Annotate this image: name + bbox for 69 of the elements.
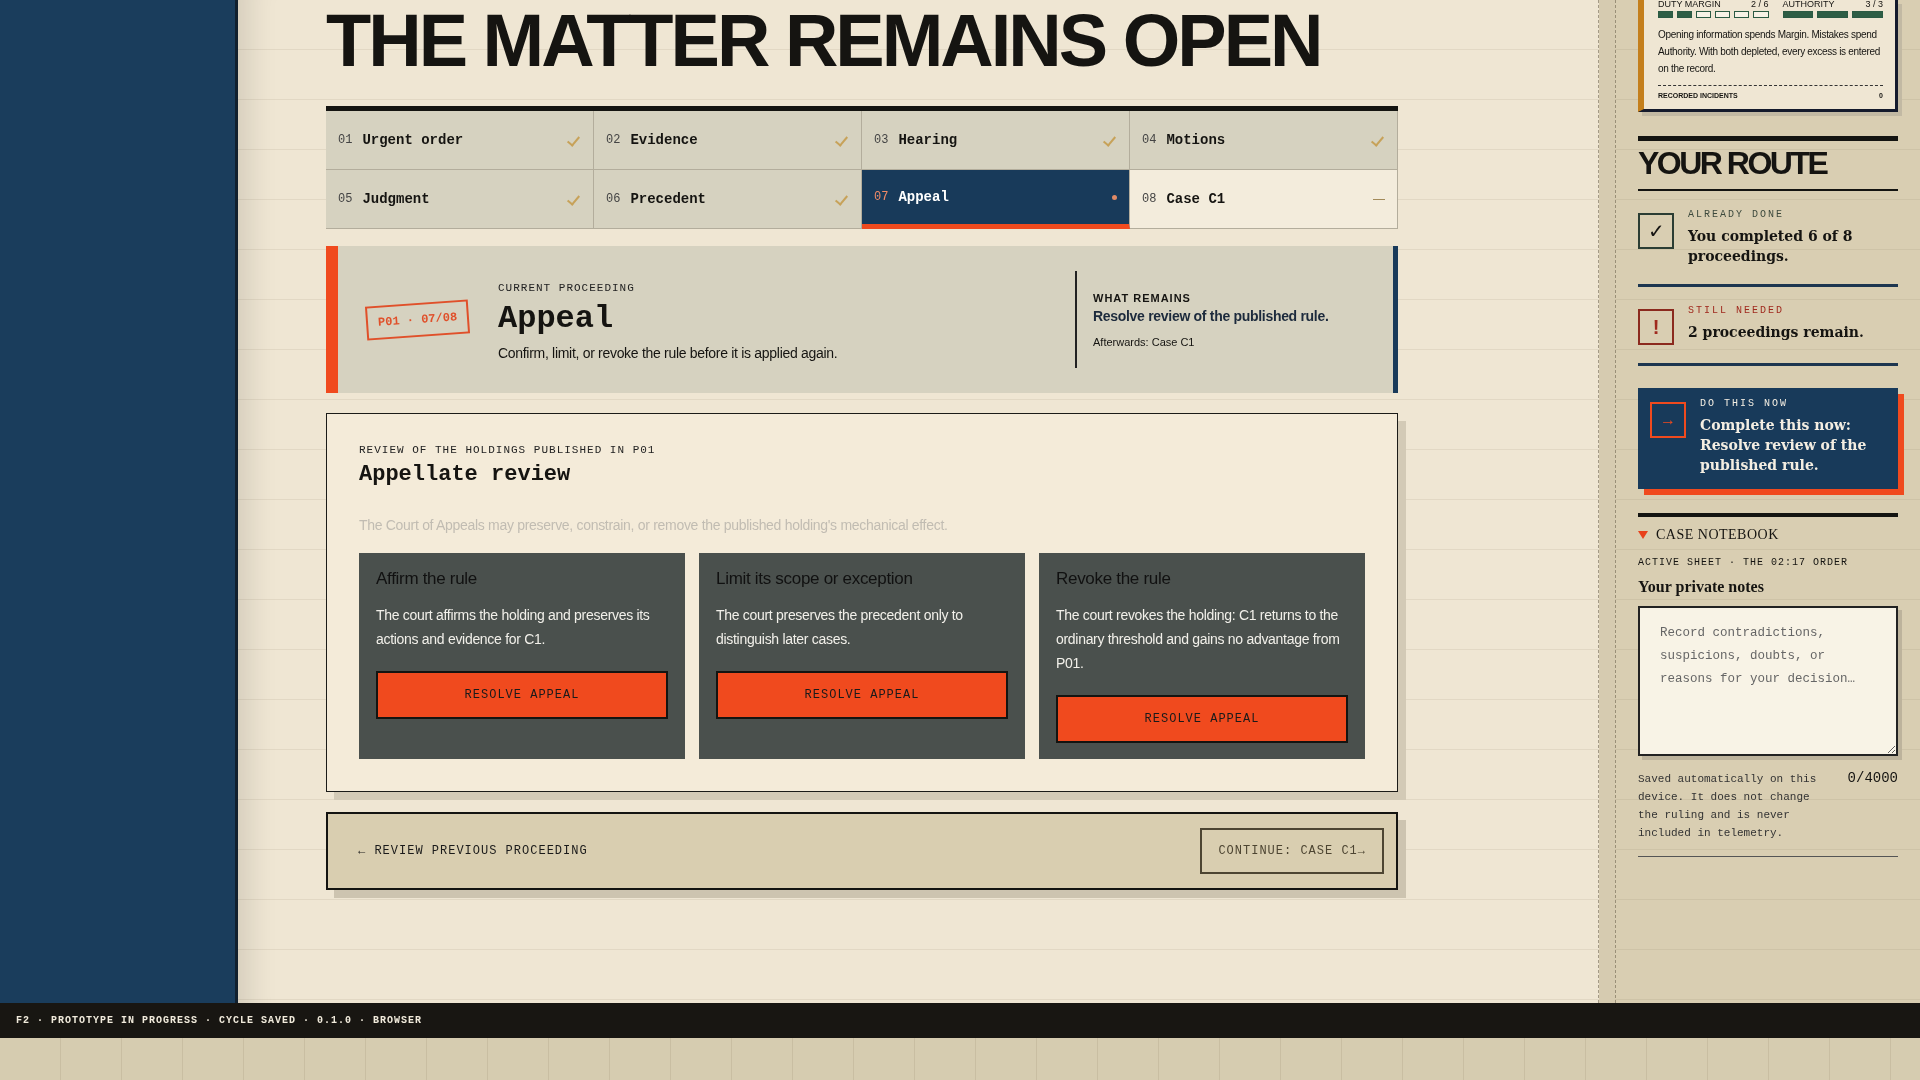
proceeding-tab[interactable]: 04 Motions [1130, 111, 1398, 170]
tab-number: 06 [606, 192, 621, 206]
tab-number: 03 [874, 133, 889, 147]
continue-button[interactable]: CONTINUE: CASE C1→ [1200, 828, 1384, 874]
step-label: ALREADY DONE [1688, 209, 1785, 220]
option-description: The court revokes the holding: C1 returns to the ordinary threshold and gains no advantage from P01. [1056, 606, 1341, 673]
tab-number: 07 [874, 190, 889, 204]
tab-number: 02 [606, 133, 621, 147]
step-description: You completed 6 of 8 proceedings. [1688, 227, 1854, 266]
resolve-button[interactable]: RESOLVE APPEAL [1056, 695, 1348, 743]
tab-label: Hearing [898, 132, 959, 148]
meter-label: AUTHORITY [1782, 0, 1835, 9]
notebook-title[interactable]: CASE NOTEBOOK [1656, 527, 1779, 543]
step-label: STILL NEEDED [1688, 305, 1785, 316]
tab-label: Motions [1166, 132, 1227, 148]
character-counter: 0/4000 [1847, 770, 1898, 788]
option-title: Limit its scope or exception [716, 569, 914, 589]
remaining-task: Resolve review of the published rule. [1093, 307, 1330, 324]
tab-label: Evidence [630, 132, 699, 148]
meter-reading: 2 / 6 [1751, 0, 1769, 9]
tab-number: 08 [1142, 192, 1157, 206]
tab-label: Urgent order [362, 132, 465, 148]
proceeding-tab[interactable]: 01 Urgent order [326, 111, 594, 170]
status-bar: F2 · PROTOTYPE IN PROGRESS · CYCLE SAVED · 0.1.0 · BROWSER [0, 1003, 1920, 1038]
tab-label: Case C1 [1166, 191, 1227, 207]
sheet-label: ACTIVE SHEET · THE 02:17 ORDER [1638, 557, 1850, 568]
option-title: Revoke the rule [1056, 569, 1172, 589]
tab-number: 04 [1142, 133, 1157, 147]
check-icon: ✓ [1638, 213, 1674, 249]
rules-note: Opening information spends Margin. Mistakes spend Authority. With both depleted, every excess is entered on the record. [1658, 28, 1882, 76]
page-headline: THE MATTER REMAINS OPEN [326, 0, 1321, 84]
proceeding-title: Appeal [498, 300, 615, 337]
tab-label: Precedent [630, 191, 708, 207]
proceeding-tab[interactable]: 05 Judgment [326, 170, 594, 229]
stamp: P01 · 07/08 [365, 298, 471, 341]
resolve-button[interactable]: RESOLVE APPEAL [376, 671, 668, 719]
meter-reading: 3 / 3 [1865, 0, 1883, 9]
tab-label: Appeal [898, 189, 950, 205]
tab-label: Judgment [362, 191, 431, 207]
proceeding-tab[interactable]: 02 Evidence [594, 111, 862, 170]
resolve-button[interactable]: RESOLVE APPEAL [716, 671, 1008, 719]
proceeding-tab[interactable]: 08 Case C1 [1130, 170, 1398, 229]
tab-number: 05 [338, 192, 353, 206]
notes-heading: Your private notes [1638, 578, 1765, 596]
option-description: The court affirms the holding and preserves its actions and evidence for C1. [376, 606, 651, 649]
section-label: REVIEW OF THE HOLDINGS PUBLISHED IN P01 [359, 444, 657, 456]
notes-field[interactable]: Record contradictions, suspicions, doubts, or reasons for your decision… [1638, 606, 1898, 756]
previous-link[interactable]: ← REVIEW PREVIOUS PROCEEDING [358, 844, 588, 858]
step-label: DO THIS NOW [1700, 398, 1789, 409]
section-label: WHAT REMAINS [1093, 291, 1192, 304]
proceeding-tab[interactable]: 03 Hearing [862, 111, 1130, 170]
step-description: Complete this now: Resolve review of the published rule. [1700, 416, 1868, 475]
save-note: Saved automatically on this device. It does not change the ruling and is never included in telemetry. [1638, 772, 1818, 841]
proceeding-tab[interactable]: 06 Precedent [594, 170, 862, 229]
option-title: Affirm the rule [376, 569, 478, 589]
option-description: The court preserves the precedent only to distinguish later cases. [716, 606, 964, 649]
tab-number: 01 [338, 133, 353, 147]
disclosure-icon[interactable] [1638, 531, 1648, 539]
alert-icon: ! [1638, 309, 1674, 345]
dash-icon [1373, 198, 1385, 200]
proceeding-tab[interactable]: 07 Appeal [862, 170, 1130, 229]
next-proceeding: Afterwards: Case C1 [1093, 335, 1196, 348]
section-label: CURRENT PROCEEDING [498, 282, 636, 294]
step-description: 2 proceedings remain. [1688, 323, 1864, 342]
proceeding-description: Confirm, limit, or revoke the rule before it is applied again. [498, 345, 839, 361]
review-title: Appellate review [359, 462, 572, 487]
dot-icon [1112, 194, 1117, 200]
route-heading: YOUR ROUTE [1638, 136, 1898, 191]
meter-label: DUTY MARGIN [1658, 0, 1721, 9]
